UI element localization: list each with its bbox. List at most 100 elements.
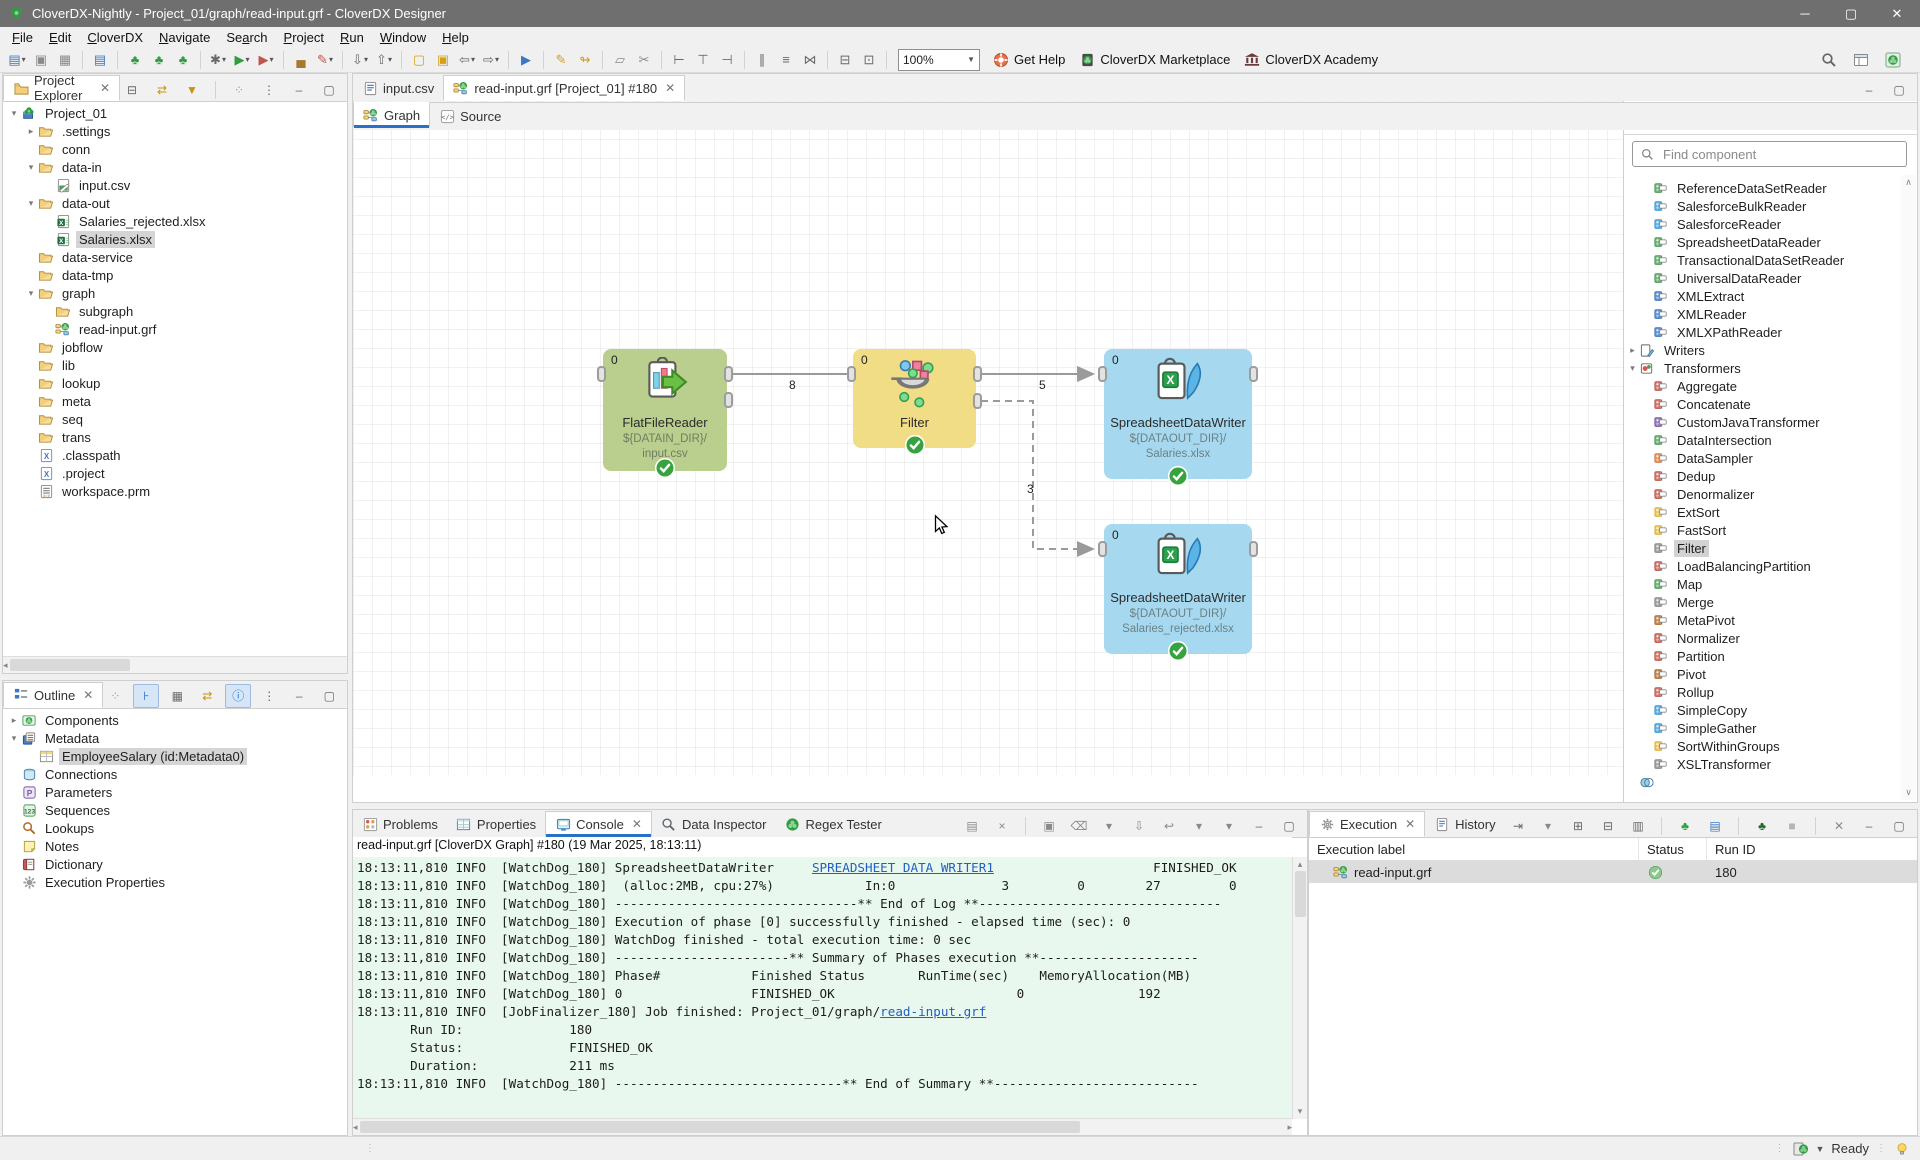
get-help-button[interactable]: Get Help [986, 49, 1072, 71]
output-port[interactable] [1249, 366, 1258, 382]
explorer-item-conn[interactable]: conn [3, 140, 347, 158]
output-port[interactable] [724, 366, 733, 382]
explorer-item-lib[interactable]: lib [3, 356, 347, 374]
column-run-id[interactable]: Run ID [1707, 838, 1777, 860]
explorer-item-jobflow[interactable]: jobflow [3, 338, 347, 356]
console-dd-icon[interactable]: ▾ [1217, 815, 1241, 837]
new-graph-button[interactable]: ▤▾ [5, 49, 29, 71]
close-tab-icon[interactable]: ✕ [665, 81, 675, 95]
outline-item-dictionary[interactable]: Dictionary [3, 855, 347, 873]
component-filter[interactable]: 0Filter [853, 349, 976, 448]
outline-info-selected-icon[interactable]: ⓘ [225, 684, 251, 708]
console-vscrollbar[interactable]: ▴▾ [1292, 857, 1307, 1119]
open-perspective-button[interactable] [1849, 49, 1873, 71]
run-graph-button[interactable]: ▶ [514, 49, 538, 71]
outline-minimize-view-icon[interactable]: – [287, 685, 311, 707]
pe-maximize-view-icon[interactable]: ▢ [317, 79, 341, 101]
palette-item-dataintersection[interactable]: DataIntersection [1624, 431, 1901, 449]
back-button[interactable]: ⇦▾ [455, 49, 479, 71]
palette-item-xmlextract[interactable]: XMLExtract [1624, 287, 1901, 305]
palette-item-universaldatareader[interactable]: UniversalDataReader [1624, 269, 1901, 287]
scroll-left-icon[interactable]: ◂ [3, 660, 8, 671]
console-minimize-view-icon[interactable]: – [1247, 815, 1271, 837]
open-console-view-button[interactable]: ▤ [88, 49, 112, 71]
palette-item-extsort[interactable]: ExtSort [1624, 503, 1901, 521]
marketplace-button[interactable]: CloverDX Marketplace [1072, 49, 1237, 71]
cleanup-button[interactable]: ✎▾ [313, 49, 337, 71]
forward-button[interactable]: ⇨▾ [479, 49, 503, 71]
execution-lock-columns-icon[interactable]: ▥ [1626, 815, 1650, 837]
distribute-h-button[interactable]: ∥ [750, 49, 774, 71]
palette-item-xsltransformer[interactable]: XSLTransformer [1624, 755, 1901, 773]
palette-item-dedup[interactable]: Dedup [1624, 467, 1901, 485]
palette-item-simplegather[interactable]: SimpleGather [1624, 719, 1901, 737]
menu-search[interactable]: Search [218, 29, 275, 46]
find-component-input[interactable] [1661, 146, 1900, 163]
align-right-button[interactable]: ⊣ [715, 49, 739, 71]
menu-window[interactable]: Window [372, 29, 434, 46]
explorer-item-trans[interactable]: trans [3, 428, 347, 446]
outline-item-connections[interactable]: Connections [3, 765, 347, 783]
scroll-thumb[interactable] [360, 1121, 1080, 1133]
palette-item-pivot[interactable]: Pivot [1624, 665, 1901, 683]
explorer-item-lookup[interactable]: lookup [3, 374, 347, 392]
explorer-item--settings[interactable]: ▸.settings [3, 122, 347, 140]
palette-item-concatenate[interactable]: Concatenate [1624, 395, 1901, 413]
twisty-expanded-icon[interactable]: ▾ [24, 198, 38, 209]
console-console-menu-icon[interactable]: ▤ [960, 815, 984, 837]
palette-item-transactionaldatasetreader[interactable]: TransactionalDataSetReader [1624, 251, 1901, 269]
outline-item-metadata[interactable]: ▾Metadata [3, 729, 347, 747]
menu-run[interactable]: Run [332, 29, 372, 46]
pe-filter-view-icon[interactable]: ▼ [180, 79, 204, 101]
execution-collapse-all-icon[interactable]: ⊟ [1596, 815, 1620, 837]
column-status[interactable]: Status [1639, 838, 1707, 860]
twisty-expanded-icon[interactable]: ▾ [7, 733, 21, 744]
palette-item-spreadsheetdatareader[interactable]: SpreadsheetDataReader [1624, 233, 1901, 251]
outline-item-components[interactable]: ▸Components [3, 711, 347, 729]
clover-project-button[interactable]: ♣ [123, 49, 147, 71]
pe-minimize-view-icon[interactable]: – [287, 79, 311, 101]
distribute-grid-button[interactable]: ⋈ [798, 49, 822, 71]
outline-item-execution-properties[interactable]: Execution Properties [3, 873, 347, 891]
execution-remove-x-icon[interactable]: ✕ [1827, 815, 1851, 837]
outline-item-parameters[interactable]: PParameters [3, 783, 347, 801]
console-dd-icon[interactable]: ▾ [1097, 815, 1121, 837]
menu-navigate[interactable]: Navigate [151, 29, 218, 46]
palette-item-simplecopy[interactable]: SimpleCopy [1624, 701, 1901, 719]
academy-button[interactable]: CloverDX Academy [1237, 49, 1385, 71]
explorer-item-data-service[interactable]: data-service [3, 248, 347, 266]
output-port[interactable] [1249, 541, 1258, 557]
execution-stopped-gray-icon[interactable]: ■ [1780, 815, 1804, 837]
palette-item-transformers[interactable]: ▾Transformers [1624, 359, 1901, 377]
view-tab-execution[interactable]: Execution✕ [1309, 811, 1425, 837]
view-tab-data-inspector[interactable]: Data Inspector [652, 811, 776, 837]
console-terminate-icon[interactable]: × [990, 815, 1014, 837]
console-clear-console-icon[interactable]: ⌫ [1067, 815, 1091, 837]
tab-outline[interactable]: Outline ✕ [3, 682, 103, 708]
export-button[interactable]: ⇧▾ [372, 49, 396, 71]
scroll-thumb[interactable] [10, 659, 130, 671]
server-connect-icon[interactable] [1793, 1141, 1809, 1157]
project-explorer-hscrollbar[interactable]: ◂ [3, 656, 347, 673]
menu-help[interactable]: Help [434, 29, 477, 46]
palette-item-referencedatasetreader[interactable]: ReferenceDataSetReader [1624, 179, 1901, 197]
zoom-level-combo[interactable]: 100%▼ [898, 49, 980, 71]
output-port[interactable] [973, 366, 982, 382]
column-execution-label[interactable]: Execution label [1309, 838, 1639, 860]
twisty-icon[interactable]: ▾ [1626, 363, 1639, 374]
palette-item-partial[interactable] [1624, 773, 1901, 791]
close-tab-icon[interactable]: ✕ [632, 817, 642, 831]
palette-item-denormalizer[interactable]: Denormalizer [1624, 485, 1901, 503]
close-button[interactable]: ✕ [1874, 0, 1920, 27]
menu-cloverdx[interactable]: CloverDX [79, 29, 151, 46]
twisty-collapsed-icon[interactable]: ▸ [24, 126, 38, 137]
explorer-item-meta[interactable]: meta [3, 392, 347, 410]
palette-item-loadbalancingpartition[interactable]: LoadBalancingPartition [1624, 557, 1901, 575]
console-word-wrap-icon[interactable]: ↩ [1157, 815, 1181, 837]
console-maximize-view-icon[interactable]: ▢ [1277, 815, 1301, 837]
palette-scrollbar[interactable]: ∧∨ [1901, 175, 1916, 800]
explorer-item-read-input-grf[interactable]: read-input.grf [3, 320, 347, 338]
palette-item-partition[interactable]: Partition [1624, 647, 1901, 665]
outline-table-mode-icon[interactable]: ▦ [165, 685, 189, 707]
editor-tab-input.csv[interactable]: input.csv [353, 75, 443, 101]
